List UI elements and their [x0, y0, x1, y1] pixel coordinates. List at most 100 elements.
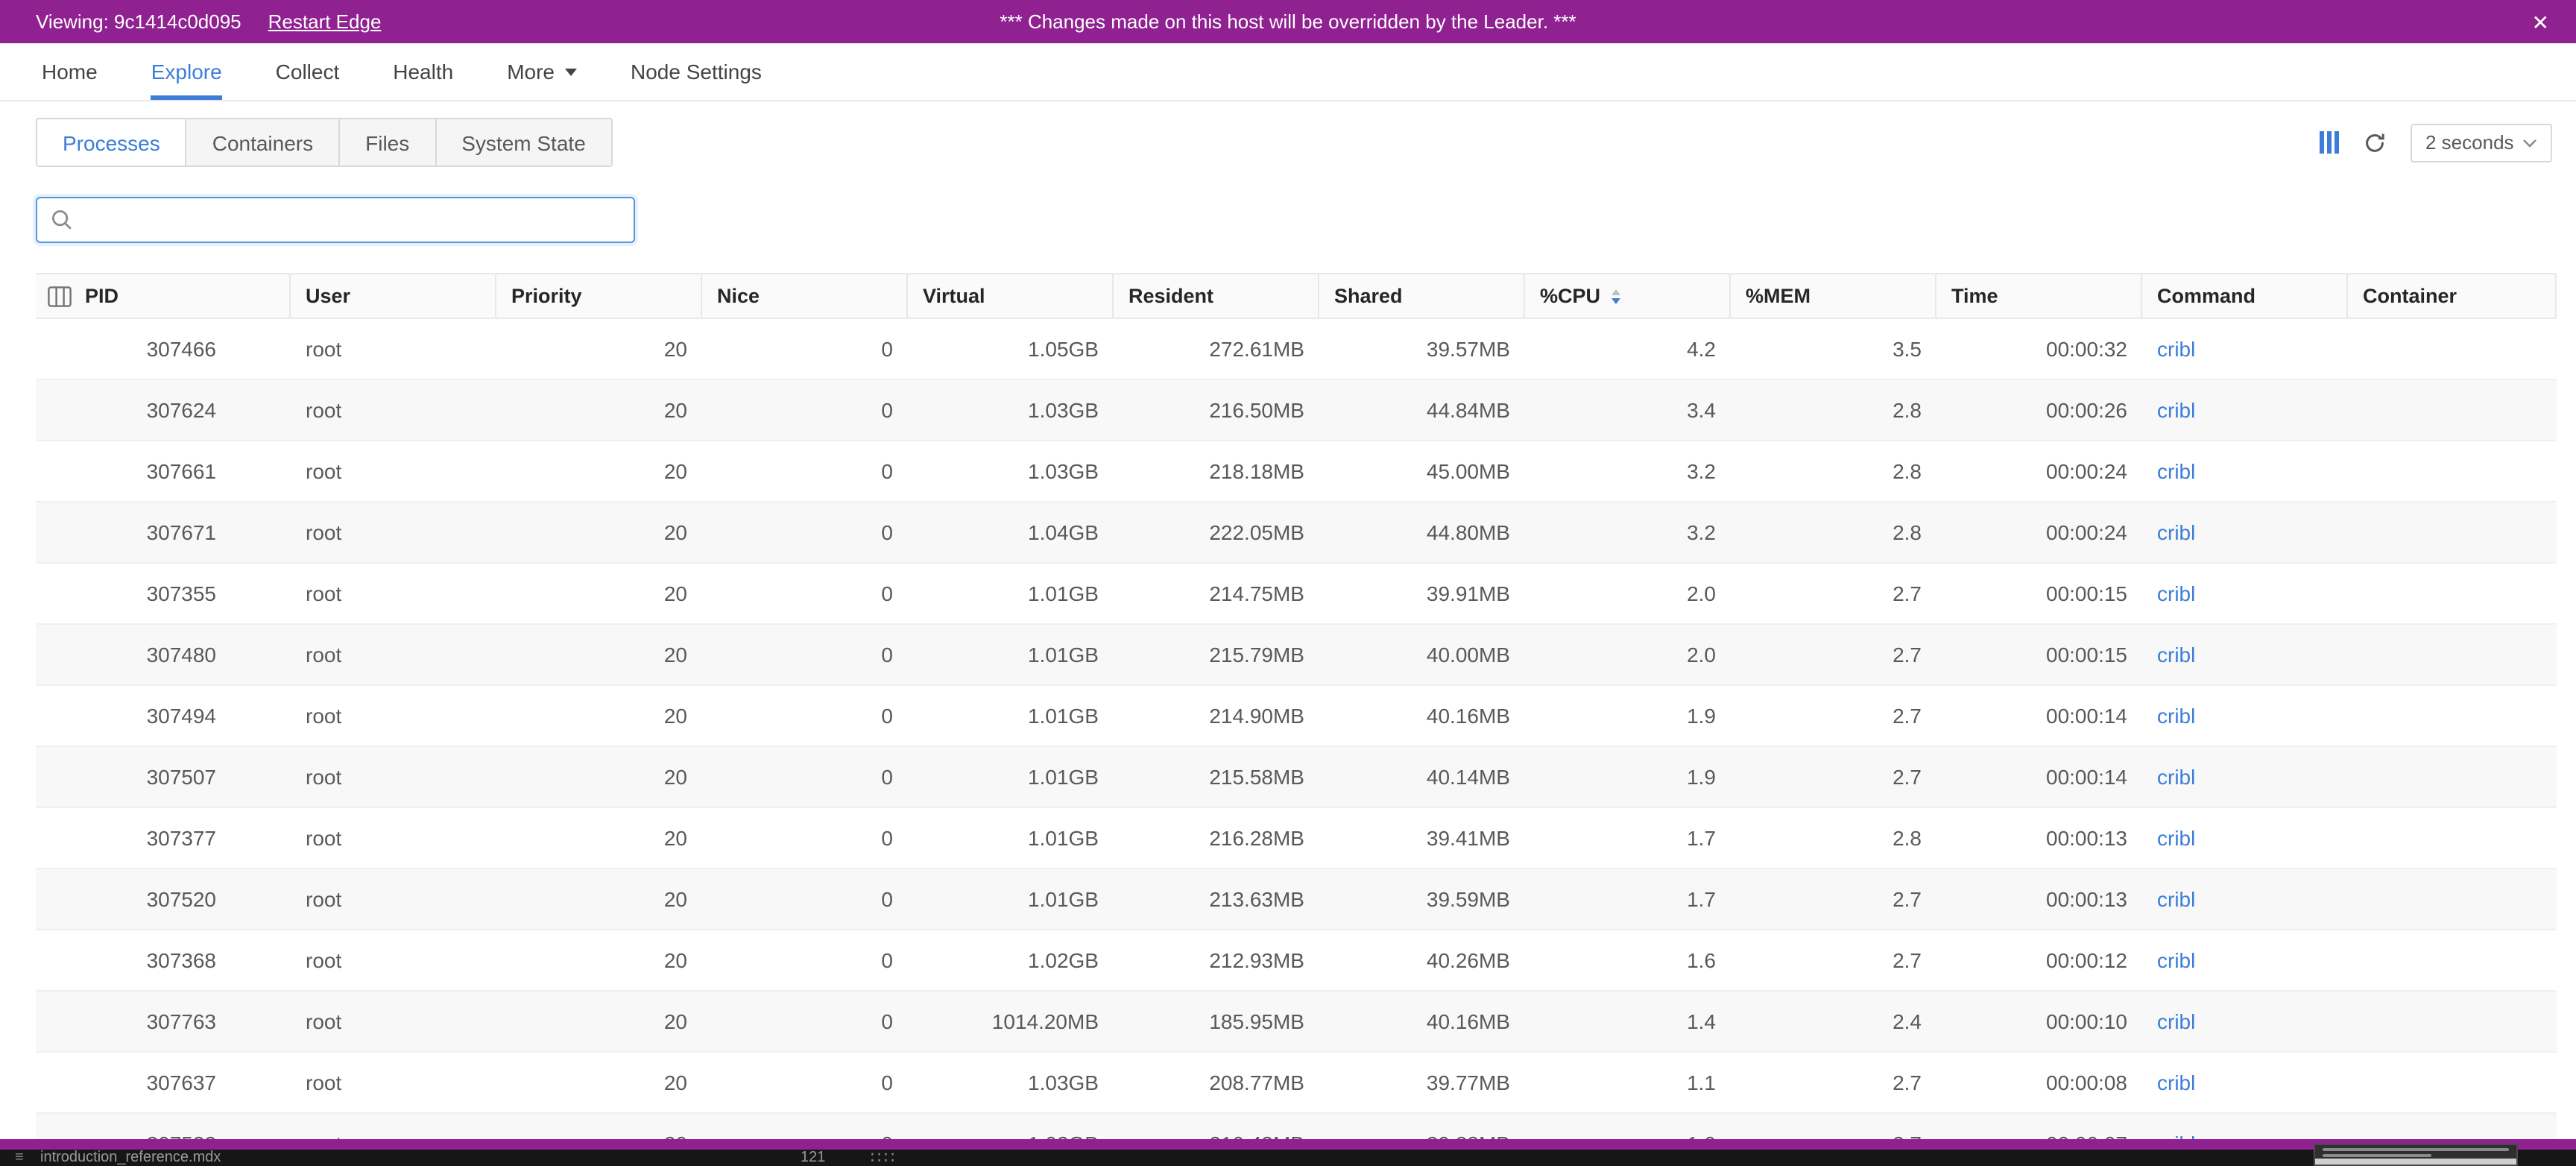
cell-command-link[interactable]: cribl	[2142, 1053, 2348, 1112]
column-header-nice[interactable]: Nice	[702, 274, 908, 318]
leader-message: *** Changes made on this host will be ov…	[1000, 10, 1576, 33]
nav-collect[interactable]: Collect	[276, 43, 340, 100]
cell-resident: 185.95MB	[1209, 1009, 1304, 1033]
table-row[interactable]: 307494 root 20 0 1.01GB 214.90MB 40.16MB…	[36, 686, 2557, 747]
column-header-container[interactable]: Container	[2348, 274, 2557, 318]
cell-shared: 40.00MB	[1426, 643, 1510, 666]
cell-cpu: 3.2	[1687, 520, 1716, 544]
cell-priority: 20	[663, 582, 687, 605]
cell-command-link[interactable]: cribl	[2142, 1114, 2348, 1139]
overlay-popup[interactable]	[2314, 1144, 2518, 1166]
tab-system-state[interactable]: System State	[435, 118, 613, 167]
column-header-cpu[interactable]: %CPU	[1525, 274, 1731, 318]
column-header-time[interactable]: Time	[1936, 274, 2142, 318]
editor-filename-tab[interactable]: introduction_reference.mdx	[40, 1150, 221, 1166]
column-header-command[interactable]: Command	[2142, 274, 2348, 318]
table-row[interactable]: 307377 root 20 0 1.01GB 216.28MB 39.41MB…	[36, 808, 2557, 869]
cell-user: root	[306, 398, 342, 422]
cell-mem: 2.7	[1892, 704, 1922, 728]
column-header-virtual[interactable]: Virtual	[908, 274, 1114, 318]
cell-command-link[interactable]: cribl	[2142, 686, 2348, 746]
cell-container	[2348, 1053, 2557, 1112]
cell-priority: 20	[663, 765, 687, 789]
nav-node-settings-label: Node Settings	[631, 60, 762, 83]
cell-container	[2348, 380, 2557, 440]
bottom-purple-bar	[0, 1139, 2576, 1150]
cell-command-link[interactable]: cribl	[2142, 992, 2348, 1051]
popup-footer	[2315, 1159, 2516, 1165]
table-row[interactable]: 307507 root 20 0 1.01GB 215.58MB 40.14MB…	[36, 747, 2557, 808]
cell-time: 00:00:10	[2046, 1009, 2127, 1033]
cell-shared: 40.26MB	[1426, 948, 1510, 972]
table-row[interactable]: 307532 root 20 0 1.02GB 210.43MB 39.88MB…	[36, 1114, 2557, 1139]
nav-explore[interactable]: Explore	[151, 43, 223, 100]
nav-home[interactable]: Home	[42, 43, 98, 100]
pause-button[interactable]	[2320, 131, 2339, 154]
table-row[interactable]: 307520 root 20 0 1.01GB 213.63MB 39.59MB…	[36, 869, 2557, 930]
cell-command-link[interactable]: cribl	[2142, 869, 2348, 929]
column-header-mem[interactable]: %MEM	[1731, 274, 1936, 318]
column-header-shared[interactable]: Shared	[1319, 274, 1525, 318]
cell-container	[2348, 319, 2557, 379]
sort-carets-icon	[1611, 289, 1620, 303]
nav-more[interactable]: More	[507, 43, 577, 100]
cell-user: root	[306, 887, 342, 911]
cell-command-link[interactable]: cribl	[2142, 319, 2348, 379]
table-row[interactable]: 307368 root 20 0 1.02GB 212.93MB 40.26MB…	[36, 930, 2557, 992]
cell-container	[2348, 930, 2557, 990]
cell-command-link[interactable]: cribl	[2142, 502, 2348, 562]
refresh-button[interactable]	[2363, 130, 2387, 154]
viewing-label: Viewing: 9c1414c0d095	[36, 10, 242, 33]
cell-container	[2348, 992, 2557, 1051]
cell-virtual: 1.04GB	[1028, 520, 1099, 544]
cell-shared: 39.77MB	[1426, 1071, 1510, 1094]
table-row[interactable]: 307763 root 20 0 1014.20MB 185.95MB 40.1…	[36, 992, 2557, 1053]
column-header-user[interactable]: User	[291, 274, 496, 318]
cell-shared: 45.00MB	[1426, 459, 1510, 483]
tab-processes[interactable]: Processes	[36, 118, 187, 167]
table-row[interactable]: 307466 root 20 0 1.05GB 272.61MB 39.57MB…	[36, 319, 2557, 380]
cell-cpu: 1.9	[1687, 704, 1716, 728]
cell-command-link[interactable]: cribl	[2142, 564, 2348, 623]
cell-command-link[interactable]: cribl	[2142, 747, 2348, 807]
cell-nice: 0	[881, 826, 893, 850]
close-icon[interactable]: ✕	[2532, 11, 2549, 32]
table-row[interactable]: 307355 root 20 0 1.01GB 214.75MB 39.91MB…	[36, 564, 2557, 625]
cell-virtual: 1.01GB	[1028, 582, 1099, 605]
cell-cpu: 4.2	[1687, 337, 1716, 361]
table-row[interactable]: 307661 root 20 0 1.03GB 218.18MB 45.00MB…	[36, 441, 2557, 502]
table-row[interactable]: 307637 root 20 0 1.03GB 208.77MB 39.77MB…	[36, 1053, 2557, 1114]
search-input[interactable]	[36, 197, 635, 243]
popup-text-line	[2323, 1154, 2431, 1157]
cell-time: 00:00:13	[2046, 887, 2127, 911]
cell-pid: 307661	[146, 459, 216, 483]
table-row[interactable]: 307624 root 20 0 1.03GB 216.50MB 44.84MB…	[36, 380, 2557, 441]
column-header-priority[interactable]: Priority	[496, 274, 702, 318]
cell-command-link[interactable]: cribl	[2142, 808, 2348, 868]
cell-priority: 20	[663, 1009, 687, 1033]
restart-edge-link[interactable]: Restart Edge	[268, 10, 382, 33]
cell-command-link[interactable]: cribl	[2142, 625, 2348, 684]
table-row[interactable]: 307480 root 20 0 1.01GB 215.79MB 40.00MB…	[36, 625, 2557, 686]
table-row[interactable]: 307671 root 20 0 1.04GB 222.05MB 44.80MB…	[36, 502, 2557, 564]
nav-node-settings[interactable]: Node Settings	[631, 43, 762, 100]
columns-icon[interactable]	[48, 286, 72, 306]
cell-command-link[interactable]: cribl	[2142, 380, 2348, 440]
cell-time: 00:00:14	[2046, 704, 2127, 728]
nav-more-label: More	[507, 60, 555, 83]
cell-cpu: 1.4	[1687, 1009, 1716, 1033]
tab-containers[interactable]: Containers	[185, 118, 341, 167]
cell-command-link[interactable]: cribl	[2142, 930, 2348, 990]
cell-shared: 40.16MB	[1426, 1009, 1510, 1033]
refresh-interval-select[interactable]: 2 seconds	[2411, 123, 2552, 162]
chevron-down-icon	[565, 68, 577, 75]
column-header-resident[interactable]: Resident	[1114, 274, 1319, 318]
cell-cpu: 1.7	[1687, 887, 1716, 911]
background-editor-strip: ≡ introduction_reference.mdx 121 ∷∷	[0, 1150, 2576, 1166]
cell-user: root	[306, 948, 342, 972]
nav-health[interactable]: Health	[393, 43, 453, 100]
tab-files[interactable]: Files	[338, 118, 437, 167]
cell-priority: 20	[663, 826, 687, 850]
column-header-pid[interactable]: PID	[36, 274, 291, 318]
cell-command-link[interactable]: cribl	[2142, 441, 2348, 501]
